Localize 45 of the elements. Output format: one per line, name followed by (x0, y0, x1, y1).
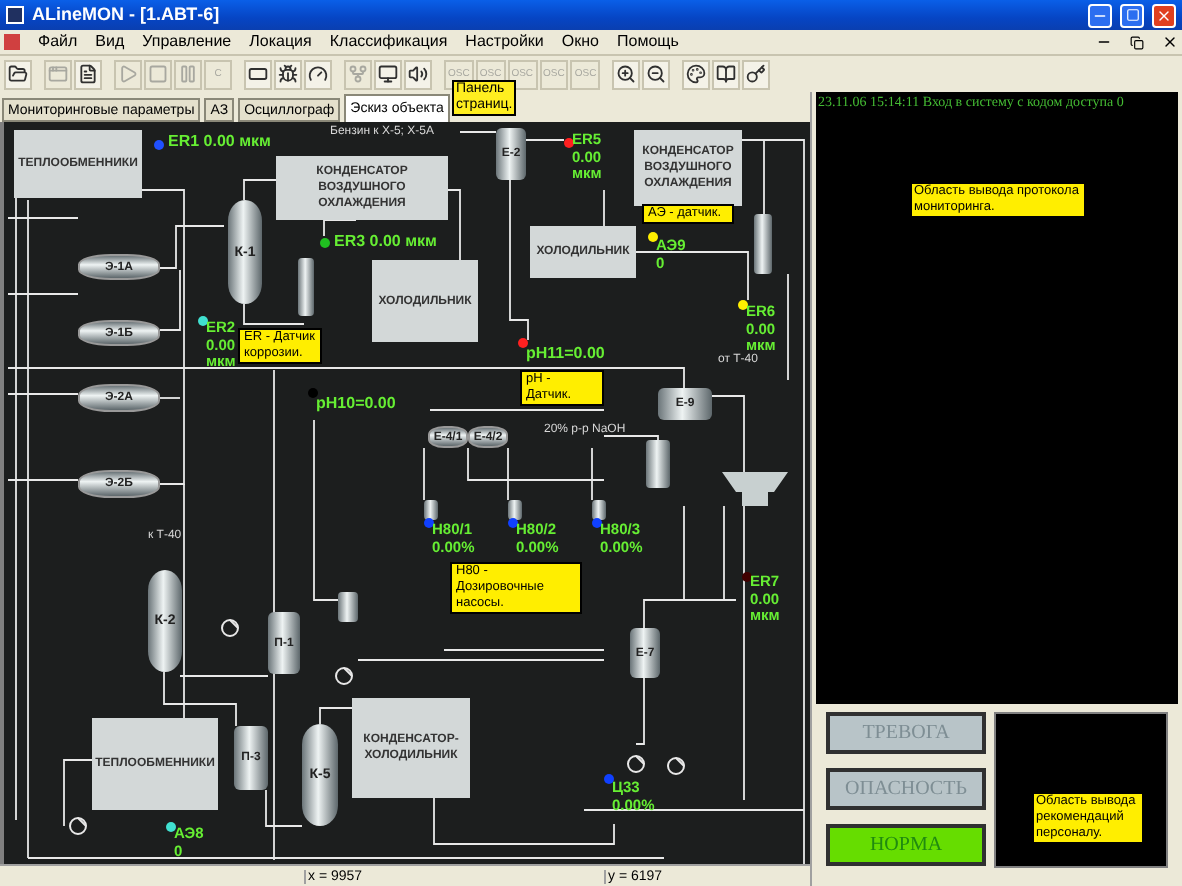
zoom-out-icon[interactable] (642, 59, 671, 89)
monitor-icon[interactable] (374, 59, 402, 89)
menu-item[interactable]: Вид (95, 34, 125, 50)
menu-item[interactable]: Настройки (465, 34, 544, 50)
open-folder-icon[interactable] (4, 59, 32, 89)
zoom-in-icon[interactable] (612, 59, 641, 89)
pump-icon (334, 666, 354, 686)
vessel-drawing (592, 500, 606, 520)
separator-drawing (722, 472, 788, 506)
menu-item[interactable]: Управление (142, 34, 232, 50)
menu-item[interactable]: Классификация (329, 34, 448, 50)
vessel-drawing (424, 500, 438, 520)
sensor-reading: pH10=0.00 (316, 394, 396, 414)
menu-item[interactable]: Локация (249, 34, 312, 50)
vessel-drawing (754, 214, 772, 274)
sensor-reading: pH11=0.00 (526, 344, 605, 364)
window-title: ALineMON - [1.АВТ-6] (32, 1, 222, 28)
rectangle-icon[interactable] (244, 59, 272, 89)
sensor-reading: ER1 0.00 мкм (168, 132, 271, 152)
app-icon (6, 6, 24, 24)
palette-icon[interactable] (682, 59, 711, 89)
pump-icon (666, 756, 686, 776)
menu-item[interactable]: Файл (38, 34, 78, 50)
maximize-icon (1125, 8, 1139, 22)
menu-item[interactable]: Окно (561, 34, 599, 50)
pump-icon (220, 618, 240, 638)
close-button[interactable] (1152, 3, 1176, 27)
vessel-drawing (646, 440, 670, 488)
vessel-drawing (298, 258, 314, 316)
restore-icon[interactable] (1130, 35, 1144, 49)
pump-icon (68, 816, 88, 836)
vessel-drawing (508, 500, 522, 520)
sensor-reading: ER3 0.00 мкм (334, 232, 437, 252)
menu-item[interactable]: Помощь (617, 34, 679, 50)
close-icon (1156, 7, 1172, 23)
pump-icon (626, 754, 646, 774)
close-icon[interactable] (1162, 34, 1178, 50)
maximize-button[interactable] (1120, 3, 1144, 27)
key-icon[interactable] (742, 59, 771, 89)
vessel-drawing (338, 592, 358, 622)
bug-icon[interactable] (274, 59, 302, 89)
book-icon[interactable] (712, 59, 741, 89)
minimize-button[interactable] (1088, 3, 1112, 27)
gauge-icon[interactable] (304, 59, 332, 89)
speaker-icon[interactable] (404, 59, 432, 89)
